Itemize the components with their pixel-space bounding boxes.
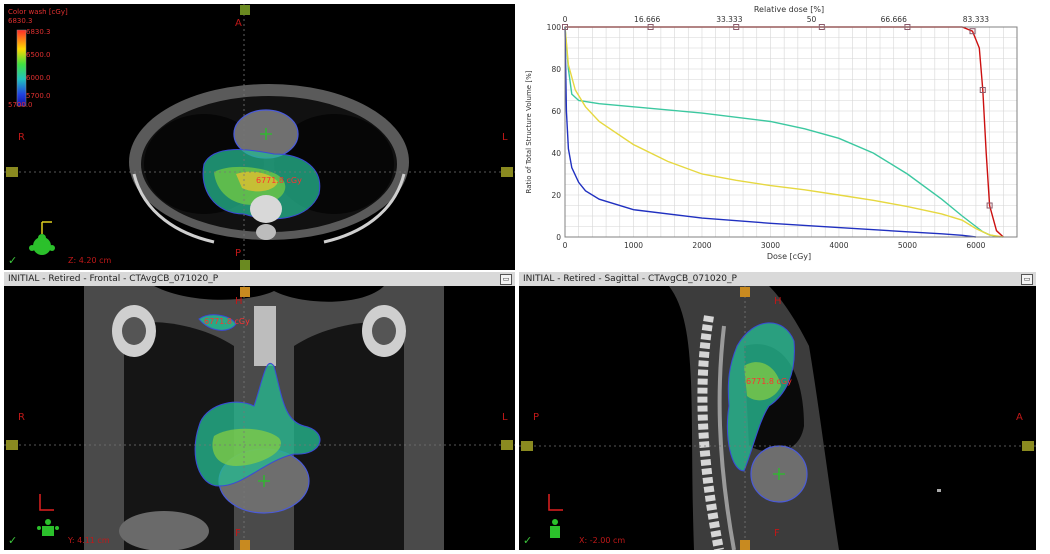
slice-handle-bottom[interactable]: [240, 260, 250, 270]
maximize-button[interactable]: ▭: [500, 274, 512, 285]
legend-value-3: 6000.0: [26, 74, 51, 82]
orientation-left: P: [533, 412, 540, 423]
orientation-right: L: [502, 132, 508, 143]
maximize-button[interactable]: ▭: [1021, 274, 1033, 285]
slice-coordinate: X: -2.00 cm: [579, 536, 626, 545]
dvh-panel: 0 1000 2000 3000 4000 5000 6000 0 20 40 60 80 100 0…: [519, 4, 1036, 270]
legend-value-4: 5700.0: [26, 92, 51, 100]
slice-handle-bottom[interactable]: [240, 540, 250, 550]
slice-handle-right[interactable]: [501, 167, 513, 177]
dose-point-label: 6771.8 cGy: [256, 176, 302, 185]
slice-handle-left[interactable]: [521, 441, 533, 451]
slice-handle-top[interactable]: [740, 287, 750, 297]
frontal-view[interactable]: INITIAL - Retired - Frontal - CTAvgCB_07…: [4, 272, 515, 550]
slice-handle-right[interactable]: [501, 440, 513, 450]
colorwash-legend: Color wash [cGy] 6830.3 6830.3 6500.0 60…: [8, 8, 68, 110]
orientation-bottom: F: [235, 528, 241, 539]
dvh-x-tick-label: 0: [563, 241, 568, 250]
sagittal-view[interactable]: INITIAL - Retired - Sagittal - CTAvgCB_0…: [519, 272, 1036, 550]
slice-handle-right[interactable]: [1022, 441, 1034, 451]
dose-point-label: 6771.8 cGy: [204, 317, 250, 326]
dvh-x-tick-label: 4000: [829, 241, 848, 250]
slice-coordinate: Z: 4.20 cm: [68, 256, 112, 265]
orientation-figure-icon: [548, 494, 563, 538]
slice-handle-top[interactable]: [240, 287, 250, 297]
dose-point-label: 6771.8 cGy: [746, 377, 792, 386]
check-icon: ✓: [8, 254, 18, 267]
dvh-top-axis-label: Relative dose [%]: [754, 5, 824, 14]
dvh-top-tick-label: 83.333: [963, 15, 989, 24]
slice-coordinate: Y: 4.11 cm: [68, 536, 110, 545]
transverse-ct-image: 6771.8 cGy: [4, 4, 515, 270]
orientation-top: H: [235, 296, 243, 307]
frontal-ct-image: 6771.8 cGy: [4, 286, 515, 550]
dvh-y-tick-label: 40: [551, 149, 561, 158]
dvh-chart: 0 1000 2000 3000 4000 5000 6000 0 20 40 60 80 100 0…: [525, 5, 1018, 261]
dvh-y-tick-label: 60: [551, 107, 561, 116]
slice-handle-bottom[interactable]: [740, 540, 750, 550]
orientation-right: A: [1016, 412, 1023, 423]
dvh-top-tick-label: 50: [807, 15, 817, 24]
check-icon: ✓: [523, 534, 533, 547]
dvh-top-tick-label: 66.666: [881, 15, 907, 24]
dvh-top-tick-label: 0: [563, 15, 568, 24]
orientation-bottom: F: [774, 528, 780, 539]
dvh-x-tick-label: 2000: [692, 241, 711, 250]
dvh-y-tick-label: 100: [547, 23, 562, 32]
transverse-view[interactable]: 6771.8 cGy Color wash [cGy] 6830.3 6830.…: [4, 4, 515, 270]
dvh-y-tick-label: 80: [551, 65, 561, 74]
legend-max: 6830.3: [8, 17, 33, 25]
orientation-figure-icon: [37, 494, 59, 536]
orientation-bottom: P: [235, 248, 242, 259]
dvh-y-tick-label: 20: [551, 191, 561, 200]
dvh-top-tick-label: 33.333: [716, 15, 742, 24]
orientation-top: A: [235, 18, 242, 29]
sagittal-ct-image: 6771.8 cGy: [519, 286, 1036, 550]
dvh-top-tick-label: 16.666: [634, 15, 660, 24]
dvh-x-tick-label: 1000: [624, 241, 643, 250]
dvh-x-tick-label: 6000: [966, 241, 985, 250]
legend-value-2: 6500.0: [26, 51, 51, 59]
frontal-titlebar: INITIAL - Retired - Frontal - CTAvgCB_07…: [4, 272, 515, 286]
slice-handle-left[interactable]: [6, 440, 18, 450]
legend-min: 5700.0: [8, 101, 33, 109]
legend-title: Color wash [cGy]: [8, 8, 68, 16]
orientation-top: H: [774, 296, 782, 307]
dvh-x-tick-label: 5000: [898, 241, 917, 250]
dvh-x-tick-label: 3000: [761, 241, 780, 250]
dvh-x-axis-label: Dose [cGy]: [767, 252, 811, 261]
frontal-title: INITIAL - Retired - Frontal - CTAvgCB_07…: [8, 274, 219, 284]
orientation-left: R: [18, 132, 25, 143]
dvh-y-tick-label: 0: [556, 233, 561, 242]
sagittal-title: INITIAL - Retired - Sagittal - CTAvgCB_0…: [523, 274, 737, 284]
orientation-figure-icon: [29, 221, 55, 255]
dvh-y-axis-label: Ratio of Total Structure Volume [%]: [525, 70, 533, 193]
slice-handle-top[interactable]: [240, 5, 250, 15]
check-icon: ✓: [8, 534, 18, 547]
legend-value-1: 6830.3: [26, 28, 51, 36]
orientation-right: L: [502, 412, 508, 423]
slice-handle-left[interactable]: [6, 167, 18, 177]
sagittal-titlebar: INITIAL - Retired - Sagittal - CTAvgCB_0…: [519, 272, 1036, 286]
orientation-left: R: [18, 412, 25, 423]
